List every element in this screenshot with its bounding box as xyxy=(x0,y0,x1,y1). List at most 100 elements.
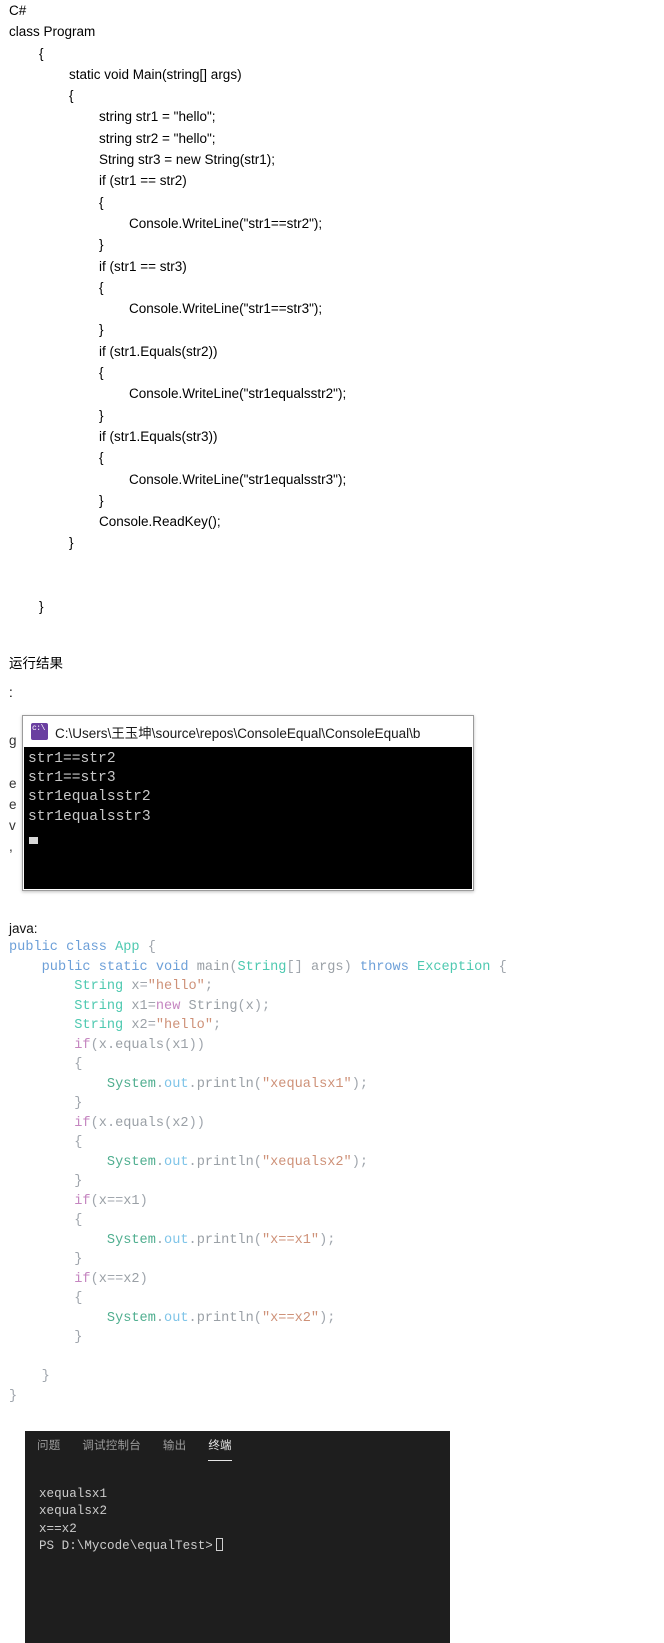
java-code-token: = xyxy=(139,979,148,994)
csharp-code-line xyxy=(9,575,659,596)
java-code-token: )) xyxy=(188,1115,205,1131)
java-code-token: Exception xyxy=(417,959,491,975)
csharp-code-line: } xyxy=(9,237,104,253)
console-output-line: str1==str3 xyxy=(28,770,116,787)
java-code-token: ( xyxy=(164,1115,173,1131)
java-code-token: args xyxy=(310,959,344,975)
java-code-token: . xyxy=(188,1232,197,1248)
java-code-token xyxy=(9,1311,107,1326)
java-code-token: "hello" xyxy=(155,1018,213,1033)
terminal-tab-4[interactable]: 终端 xyxy=(208,1437,233,1461)
java-code-token: . xyxy=(155,1310,165,1326)
java-code-token: { xyxy=(139,940,156,955)
console-output-line: str1equalsstr2 xyxy=(28,789,151,806)
java-code-token: x xyxy=(98,1115,107,1131)
java-code-token: . xyxy=(155,1154,165,1170)
java-code-token: String xyxy=(74,998,124,1014)
java-code-token: System xyxy=(106,1232,156,1248)
java-code-token: . xyxy=(155,1076,165,1092)
windows-console-window: C:\Users\王玉坤\source\repos\ConsoleEqual\C… xyxy=(22,715,474,891)
java-code-token: { xyxy=(9,1213,83,1228)
csharp-code-line: if (str1.Equals(str3)) xyxy=(9,428,218,444)
java-code-token: x xyxy=(245,998,254,1014)
java-code-token: main xyxy=(196,959,230,975)
java-code-token: "xequalsx2" xyxy=(261,1154,352,1170)
java-code-token: ( xyxy=(237,998,246,1014)
java-code-token xyxy=(9,1272,74,1287)
console-cursor-block xyxy=(29,836,38,844)
csharp-code-line: string str1 = "hello"; xyxy=(9,109,216,125)
terminal-output-line: x==x2 xyxy=(39,1521,77,1536)
csharp-code-line: class Program xyxy=(9,24,96,40)
java-code-token: public xyxy=(41,959,91,975)
run-result-colon: : xyxy=(9,685,13,700)
csharp-code-line: } xyxy=(9,407,104,423)
java-code-line: { xyxy=(9,1211,664,1231)
java-code-line: } xyxy=(9,1367,664,1387)
java-code-token: ) xyxy=(139,1271,148,1287)
java-code-token: ( xyxy=(253,1310,262,1326)
csharp-code-line: { xyxy=(9,365,104,381)
java-code-token: ( xyxy=(253,1154,262,1170)
java-code-token: println xyxy=(196,1076,254,1092)
csharp-code-line: Console.WriteLine("str1==str3"); xyxy=(9,301,323,317)
java-code-token: ( xyxy=(90,1037,99,1053)
terminal-prompt-text: PS D:\Mycode\equalTest> xyxy=(39,1538,213,1553)
terminal-prompt-line[interactable]: PS D:\Mycode\equalTest> xyxy=(39,1537,450,1555)
java-code-token: System xyxy=(106,1076,156,1092)
java-code-token xyxy=(9,1155,107,1170)
java-code-token: { xyxy=(9,1135,83,1150)
java-code-token: x2 xyxy=(123,1271,140,1287)
csharp-code-line: { xyxy=(9,194,104,210)
java-code-line: System.out.println("xequalsx1"); xyxy=(9,1075,664,1095)
terminal-tab-1[interactable]: 问题 xyxy=(37,1437,60,1459)
csharp-code-line: Console.WriteLine("str1equalsstr2"); xyxy=(9,386,347,402)
java-code-line: if(x.equals(x2)) xyxy=(9,1114,664,1134)
java-code-token: String xyxy=(74,979,124,994)
java-code-token: == xyxy=(106,1193,124,1209)
java-code-token: } xyxy=(9,1174,83,1189)
java-code-token: System xyxy=(106,1154,156,1170)
java-code-line xyxy=(9,1348,664,1368)
java-code-token: static xyxy=(98,959,148,975)
java-code-token: = xyxy=(147,1018,156,1033)
java-code-line: public static void main(String[] args) t… xyxy=(9,958,664,978)
terminal-tab-3[interactable]: 输出 xyxy=(163,1437,186,1459)
java-code-token: } xyxy=(9,1369,50,1384)
java-code-token: "x==x1" xyxy=(261,1232,320,1248)
java-code-token xyxy=(107,940,115,955)
java-code-token xyxy=(9,999,74,1014)
run-result-heading: 运行结果 xyxy=(9,656,63,671)
java-code-line: String x2="hello"; xyxy=(9,1016,664,1036)
java-code-token: ) xyxy=(139,1193,148,1209)
java-code-token: . xyxy=(188,1310,197,1326)
java-code-line: if(x==x2) xyxy=(9,1270,664,1290)
java-code-line: } xyxy=(9,1172,664,1192)
java-code-line: System.out.println("x==x2"); xyxy=(9,1309,664,1329)
java-code-line: System.out.println("xequalsx2"); xyxy=(9,1153,664,1173)
java-code-token: ; xyxy=(204,979,214,994)
java-code-token: x1 xyxy=(123,1193,140,1209)
csharp-code-line: } xyxy=(9,535,74,551)
console-title-text: C:\Users\王玉坤\source\repos\ConsoleEqual\C… xyxy=(55,725,421,741)
java-code-line: } xyxy=(9,1328,664,1348)
java-code-line: } xyxy=(9,1094,664,1114)
java-code-token xyxy=(91,960,99,975)
java-code-token: String xyxy=(237,959,287,975)
java-code-token xyxy=(58,940,66,955)
java-code-token xyxy=(9,960,42,975)
java-code-token xyxy=(148,960,156,975)
java-code-token: new xyxy=(155,998,181,1014)
java-code-token: ); xyxy=(319,1310,336,1326)
java-code-token: } xyxy=(9,1388,18,1404)
java-code-token: public xyxy=(9,940,58,955)
java-code-token xyxy=(9,1233,107,1248)
csharp-code-line: Console.WriteLine("str1equalsstr3"); xyxy=(9,471,347,487)
terminal-output-area[interactable]: xequalsx1 xequalsx2 x==x2 PS D:\Mycode\equa… xyxy=(25,1469,450,1555)
console-titlebar: C:\Users\王玉坤\source\repos\ConsoleEqual\C… xyxy=(23,716,473,747)
java-code-line: { xyxy=(9,1289,664,1309)
java-code-line: public class App { xyxy=(9,938,664,958)
terminal-output-line: xequalsx1 xyxy=(39,1487,108,1501)
java-code-token: println xyxy=(196,1154,254,1170)
terminal-tab-2[interactable]: 调试控制台 xyxy=(82,1437,141,1459)
